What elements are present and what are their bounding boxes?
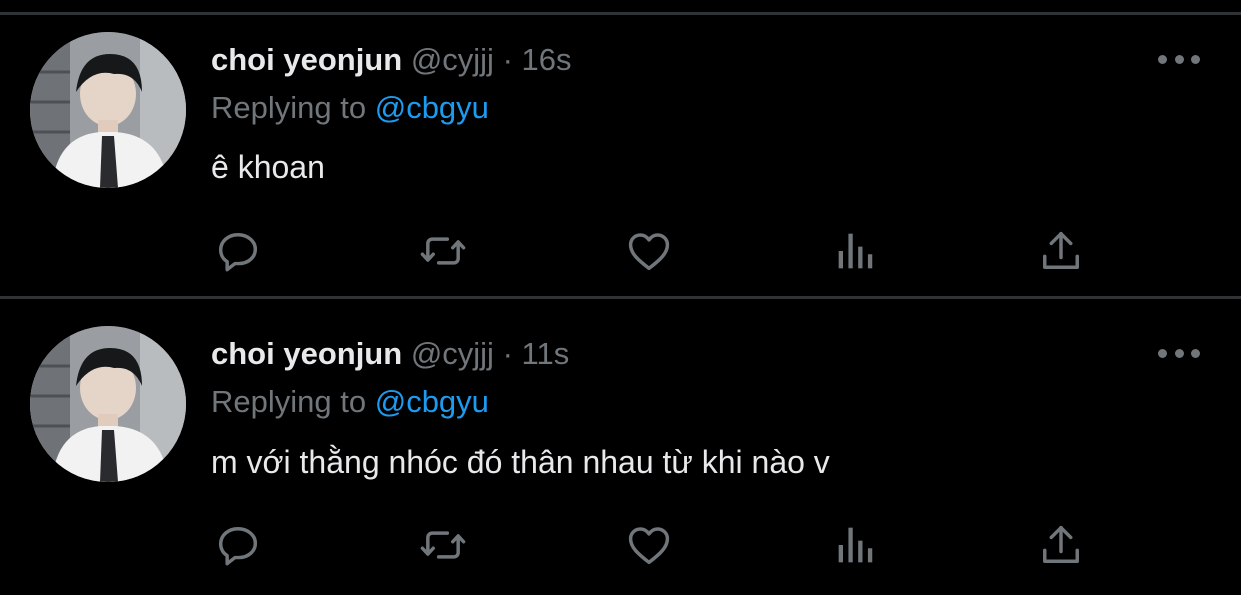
- share-icon[interactable]: [1035, 225, 1087, 277]
- retweet-icon[interactable]: [417, 519, 469, 571]
- author-handle[interactable]: @cyjjj: [411, 42, 494, 77]
- replying-to-label: Replying to: [211, 384, 367, 419]
- like-icon[interactable]: [623, 225, 675, 277]
- timestamp[interactable]: 11s: [522, 336, 570, 371]
- tweet[interactable]: choi yeonjun @cyjjj · 11s Replying to @c…: [0, 299, 1241, 595]
- mention-link[interactable]: @cbgyu: [375, 384, 489, 419]
- tweet[interactable]: choi yeonjun @cyjjj · 16s Replying to @c…: [0, 0, 1241, 298]
- tweet-text: m với thằng nhóc đó thân nhau từ khi nào…: [211, 444, 830, 480]
- tweet-text: ê khoan: [211, 149, 325, 185]
- share-icon[interactable]: [1035, 519, 1087, 571]
- mention-link[interactable]: @cbgyu: [375, 90, 489, 125]
- reply-icon[interactable]: [212, 225, 264, 277]
- separator-dot: ·: [502, 42, 513, 77]
- replying-to-label: Replying to: [211, 90, 367, 125]
- more-options-icon[interactable]: [1158, 52, 1200, 66]
- reply-icon[interactable]: [212, 519, 264, 571]
- avatar[interactable]: [30, 32, 186, 188]
- replying-to: Replying to @cbgyu: [211, 383, 489, 421]
- replying-to: Replying to @cbgyu: [211, 89, 489, 127]
- views-icon[interactable]: [830, 519, 882, 571]
- separator-dot: ·: [502, 336, 513, 371]
- tweet-header: choi yeonjun @cyjjj · 11s: [211, 335, 569, 373]
- author-handle[interactable]: @cyjjj: [411, 336, 494, 371]
- author-name[interactable]: choi yeonjun: [211, 336, 402, 371]
- views-icon[interactable]: [830, 225, 882, 277]
- like-icon[interactable]: [623, 519, 675, 571]
- author-name[interactable]: choi yeonjun: [211, 42, 402, 77]
- tweet-header: choi yeonjun @cyjjj · 16s: [211, 41, 572, 79]
- avatar[interactable]: [30, 326, 186, 482]
- retweet-icon[interactable]: [417, 225, 469, 277]
- timestamp[interactable]: 16s: [522, 42, 572, 77]
- more-options-icon[interactable]: [1158, 346, 1200, 360]
